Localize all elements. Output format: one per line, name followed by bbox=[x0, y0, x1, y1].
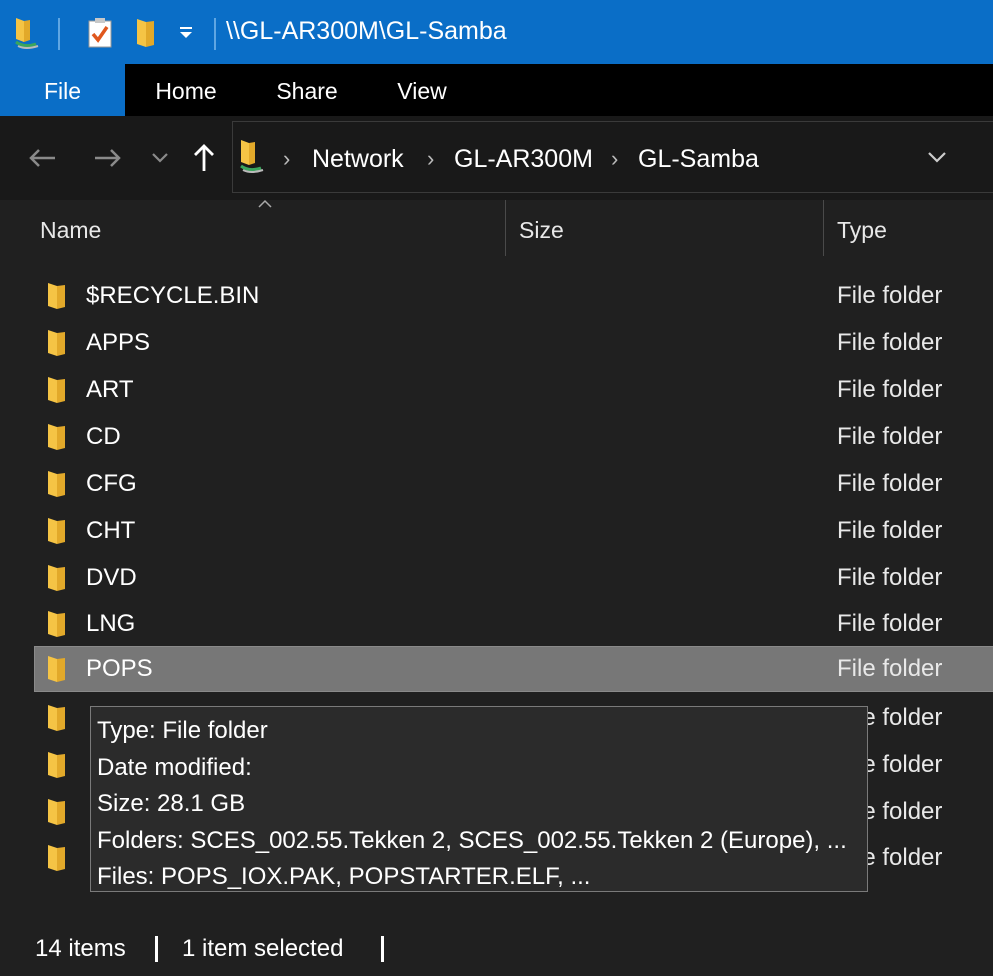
file-name: CHT bbox=[86, 517, 136, 544]
file-type: File folder bbox=[837, 329, 943, 356]
file-name: CFG bbox=[86, 470, 137, 497]
list-item[interactable]: CHT File folder bbox=[34, 508, 993, 554]
address-history-chevron-icon[interactable] bbox=[927, 150, 947, 169]
tooltip-size: Size: 28.1 GB bbox=[97, 790, 246, 817]
ribbon-tabs: File Home Share View bbox=[0, 64, 993, 116]
list-item[interactable]: CFG File folder bbox=[34, 461, 993, 507]
file-name: CD bbox=[86, 423, 121, 450]
breadcrumb-network[interactable]: Network bbox=[312, 145, 404, 174]
tab-file[interactable]: File bbox=[0, 64, 125, 116]
folder-icon bbox=[46, 564, 68, 592]
folder-icon bbox=[46, 423, 68, 451]
file-name: DVD bbox=[86, 564, 137, 591]
file-name: APPS bbox=[86, 329, 151, 356]
folder-icon bbox=[46, 517, 68, 545]
status-divider bbox=[155, 936, 158, 962]
new-folder-icon[interactable] bbox=[132, 16, 160, 50]
network-drive-icon[interactable] bbox=[12, 16, 40, 50]
tooltip-files: Files: POPS_IOX.PAK, POPSTARTER.ELF, ... bbox=[97, 863, 591, 890]
properties-icon[interactable] bbox=[86, 16, 114, 50]
tooltip-folders: Folders: SCES_002.55.Tekken 2, SCES_002.… bbox=[97, 826, 847, 854]
back-arrow-icon[interactable] bbox=[22, 138, 62, 178]
folder-icon bbox=[46, 751, 68, 779]
breadcrumb-gl-samba[interactable]: GL-Samba bbox=[638, 145, 759, 174]
list-item[interactable]: DVD File folder bbox=[34, 555, 993, 601]
tab-view[interactable]: View bbox=[382, 64, 462, 116]
tooltip-type: Type: File folder bbox=[97, 717, 268, 744]
folder-icon bbox=[46, 704, 68, 732]
up-arrow-icon[interactable] bbox=[184, 138, 224, 178]
breadcrumb-separator-icon[interactable]: › bbox=[611, 146, 618, 172]
customize-dropdown-icon[interactable] bbox=[172, 16, 200, 50]
column-header-type[interactable]: Type bbox=[837, 200, 987, 258]
breadcrumb-separator-icon[interactable]: › bbox=[427, 146, 434, 172]
breadcrumb-gl-ar300m[interactable]: GL-AR300M bbox=[454, 145, 593, 174]
file-type: File folder bbox=[837, 517, 943, 544]
forward-arrow-icon[interactable] bbox=[88, 138, 128, 178]
column-header-size[interactable]: Size bbox=[519, 200, 809, 258]
folder-icon bbox=[46, 798, 68, 826]
folder-icon bbox=[46, 329, 68, 357]
list-item-selected[interactable]: POPS File folder bbox=[34, 646, 993, 692]
file-type: File folder bbox=[837, 376, 943, 403]
column-header-name[interactable]: Name bbox=[40, 200, 500, 258]
item-count: 14 items bbox=[35, 935, 126, 962]
quick-access-divider bbox=[58, 18, 60, 50]
column-divider[interactable] bbox=[823, 200, 824, 256]
quick-access-divider bbox=[214, 18, 216, 50]
recent-locations-chevron-icon[interactable] bbox=[140, 138, 180, 178]
window-title: \\GL-AR300M\GL-Samba bbox=[226, 17, 507, 45]
status-bar: 14 items 1 item selected bbox=[0, 920, 993, 976]
folder-info-tooltip: Type: File folder Date modified: Size: 2… bbox=[90, 706, 868, 892]
file-type: File folder bbox=[837, 564, 943, 591]
breadcrumb-separator-icon[interactable]: › bbox=[283, 146, 290, 172]
folder-icon bbox=[46, 844, 68, 872]
file-type: File folder bbox=[837, 655, 943, 682]
folder-icon bbox=[46, 655, 68, 683]
file-type: File folder bbox=[837, 423, 943, 450]
network-location-icon bbox=[237, 138, 265, 179]
file-type: File folder bbox=[837, 282, 943, 309]
list-item[interactable]: CD File folder bbox=[34, 414, 993, 460]
file-name: LNG bbox=[86, 610, 136, 637]
address-bar[interactable]: › Network › GL-AR300M › GL-Samba bbox=[232, 121, 993, 193]
folder-icon bbox=[46, 470, 68, 498]
selection-count: 1 item selected bbox=[182, 935, 344, 962]
file-name: $RECYCLE.BIN bbox=[86, 282, 260, 309]
list-item[interactable]: ART File folder bbox=[34, 367, 993, 413]
file-name: ART bbox=[86, 376, 134, 403]
file-type: File folder bbox=[837, 470, 943, 497]
tab-share[interactable]: Share bbox=[262, 64, 352, 116]
list-item[interactable]: LNG File folder bbox=[34, 601, 993, 647]
title-bar: \\GL-AR300M\GL-Samba bbox=[0, 0, 993, 64]
list-item[interactable]: $RECYCLE.BIN File folder bbox=[34, 273, 993, 319]
folder-icon bbox=[46, 282, 68, 310]
tooltip-date-modified: Date modified: bbox=[97, 753, 252, 781]
list-item[interactable]: APPS File folder bbox=[34, 320, 993, 366]
folder-icon bbox=[46, 376, 68, 404]
file-type: File folder bbox=[837, 610, 943, 637]
column-divider[interactable] bbox=[505, 200, 506, 256]
folder-icon bbox=[46, 610, 68, 638]
file-name: POPS bbox=[86, 655, 153, 682]
status-divider bbox=[381, 936, 384, 962]
tab-home[interactable]: Home bbox=[140, 64, 232, 116]
